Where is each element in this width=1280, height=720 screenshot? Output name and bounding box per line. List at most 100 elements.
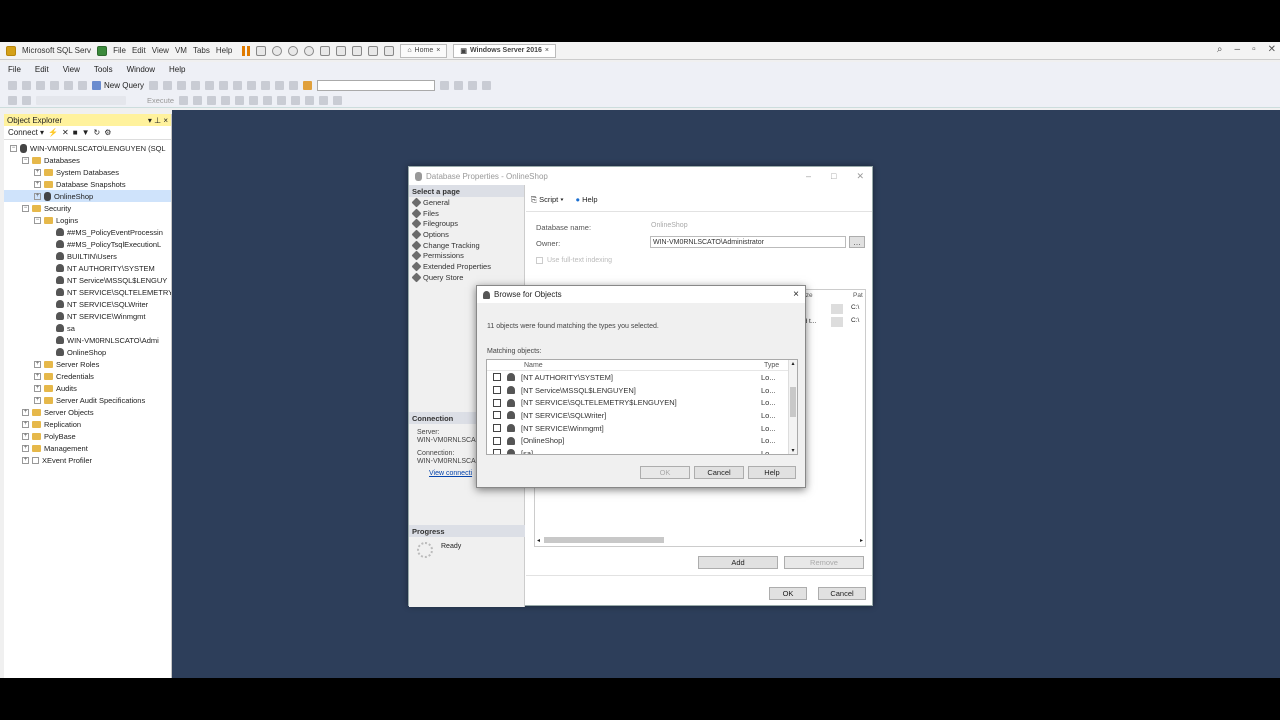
fullscreen-icon[interactable] (352, 45, 363, 56)
display-plan-icon[interactable] (207, 96, 217, 105)
scroll-thumb[interactable] (544, 537, 665, 543)
tab-windows-server[interactable]: ▣ Windows Server 2016 × (453, 43, 556, 58)
expand-icon[interactable]: + (22, 444, 29, 452)
tree-node[interactable]: OnlineShop (4, 346, 171, 358)
script-button[interactable]: ⎘ Script ▾ (531, 195, 564, 205)
view-connection-properties-link[interactable]: View connecti (417, 470, 476, 478)
available-db-dropdown[interactable] (36, 96, 126, 105)
tree-node[interactable]: BUILTIN\Users (4, 250, 171, 262)
autogrowth-button[interactable] (831, 317, 843, 327)
ok-button[interactable]: OK (640, 466, 690, 479)
close-icon[interactable]: × (793, 289, 799, 300)
close-icon[interactable]: × (163, 116, 168, 125)
menu-file[interactable]: File (8, 65, 21, 74)
back-icon[interactable] (8, 80, 17, 90)
checkbox[interactable] (493, 386, 501, 395)
checkbox[interactable] (493, 424, 501, 433)
page-item[interactable]: Extended Properties (409, 261, 524, 272)
connect-plug-icon[interactable]: ⚡ (48, 128, 58, 137)
remove-button[interactable]: Remove (784, 556, 864, 569)
intellisense-icon[interactable] (235, 96, 245, 105)
expand-icon[interactable]: + (34, 372, 41, 380)
page-item[interactable]: Filegroups (409, 218, 524, 229)
menu-view[interactable]: View (63, 65, 80, 74)
expand-icon[interactable]: + (22, 408, 29, 416)
results-file-icon[interactable] (277, 96, 287, 105)
find-icon[interactable] (303, 80, 313, 90)
collapse-icon[interactable]: − (22, 204, 29, 212)
stretch-icon[interactable] (384, 45, 395, 56)
tree-node[interactable]: NT Service\MSSQL$LENGUY (4, 274, 171, 286)
tree-node[interactable]: − WIN-VM0RNLSCATO\LENGUYEN (SQL (4, 142, 171, 154)
dropdown-icon[interactable]: ▾ (148, 116, 152, 125)
horizontal-scrollbar[interactable]: ◂ ▸ (537, 536, 863, 544)
refresh-icon[interactable]: ↻ (93, 128, 100, 137)
col-header-type[interactable]: Type (764, 362, 779, 369)
expand-icon[interactable]: + (34, 384, 41, 392)
results-grid-icon[interactable] (263, 96, 273, 105)
search-dropdown[interactable] (317, 79, 436, 91)
checkbox[interactable] (493, 398, 501, 407)
properties-icon[interactable] (440, 80, 450, 90)
tree-node[interactable]: − Security (4, 202, 171, 214)
snapshot-icon[interactable] (256, 45, 267, 56)
execute-button[interactable]: Execute (131, 96, 174, 105)
comment-icon[interactable] (291, 96, 301, 105)
tree-node[interactable]: + XEvent Profiler (4, 454, 171, 466)
redo-icon[interactable] (275, 80, 285, 90)
tree-node[interactable]: − Databases (4, 154, 171, 166)
fulltext-checkbox[interactable]: Use full-text indexing (536, 257, 612, 264)
collapse-icon[interactable]: − (22, 156, 29, 164)
change-connection-icon[interactable] (22, 96, 31, 105)
decrease-indent-icon[interactable] (319, 96, 329, 105)
collapse-icon[interactable]: − (34, 216, 41, 224)
results-text-icon[interactable] (249, 96, 259, 105)
scroll-down-icon[interactable]: ▾ (789, 447, 797, 454)
registered-servers-icon[interactable] (482, 80, 492, 90)
tree-node[interactable]: WIN-VM0RNLSCATO\Admi (4, 334, 171, 346)
forward-icon[interactable] (22, 80, 31, 90)
expand-icon[interactable]: + (34, 180, 41, 188)
dmx-query-icon[interactable] (191, 80, 201, 90)
vm-menu-help[interactable]: Help (216, 46, 232, 55)
search-icon[interactable]: ⌕ (1217, 44, 1223, 55)
tree-node[interactable]: + Replication (4, 418, 171, 430)
tree-node[interactable]: + Server Roles (4, 358, 171, 370)
scroll-up-icon[interactable]: ▴ (789, 360, 797, 367)
tree-node[interactable]: + System Databases (4, 166, 171, 178)
vertical-scrollbar[interactable]: ▴ ▾ (788, 360, 797, 454)
scroll-right-icon[interactable]: ▸ (860, 537, 863, 544)
cut-icon[interactable] (219, 80, 229, 90)
snapshot-manager-icon[interactable] (288, 45, 299, 56)
tree-node[interactable]: − Logins (4, 214, 171, 226)
owner-field[interactable]: WIN-VM0RNLSCATO\Administrator (650, 236, 846, 248)
new-project-icon[interactable] (36, 80, 45, 90)
page-item[interactable]: Query Store (409, 272, 524, 283)
tree-node[interactable]: NT SERVICE\Winmgmt (4, 310, 171, 322)
expand-icon[interactable]: + (34, 396, 41, 404)
checkbox[interactable] (493, 436, 501, 445)
list-item[interactable]: [NT SERVICE\SQLTELEMETRY$LENGUYEN] Lo... (487, 396, 797, 409)
filter-icon[interactable]: ▼ (82, 128, 90, 137)
tree-node[interactable]: NT SERVICE\SQLTELEMETRY (4, 286, 171, 298)
tree-node[interactable]: ##MS_PolicyEventProcessin (4, 226, 171, 238)
list-item[interactable]: [NT Service\MSSQL$LENGUYEN] Lo... (487, 384, 797, 397)
menu-help[interactable]: Help (169, 65, 185, 74)
disconnect-icon[interactable]: ✕ (62, 128, 69, 137)
tree-node[interactable]: + PolyBase (4, 430, 171, 442)
unity-icon[interactable] (336, 45, 347, 56)
tree-node[interactable]: + Database Snapshots (4, 178, 171, 190)
xmla-query-icon[interactable] (205, 80, 215, 90)
tree-node[interactable]: + Server Objects (4, 406, 171, 418)
scroll-left-icon[interactable]: ◂ (537, 537, 540, 544)
tree-node[interactable]: NT SERVICE\SQLWriter (4, 298, 171, 310)
page-item[interactable]: Options (409, 229, 524, 240)
tab-home[interactable]: ⌂ Home × (400, 43, 448, 58)
analysis-query-icon[interactable] (163, 80, 173, 90)
cancel-button[interactable]: Cancel (694, 466, 744, 479)
list-item[interactable]: [OnlineShop] Lo... (487, 434, 797, 447)
help-button[interactable]: ● Help (576, 195, 598, 205)
scroll-thumb[interactable] (790, 387, 796, 417)
page-item[interactable]: Permissions (409, 250, 524, 261)
connect-button[interactable]: Connect ▾ (8, 128, 44, 137)
